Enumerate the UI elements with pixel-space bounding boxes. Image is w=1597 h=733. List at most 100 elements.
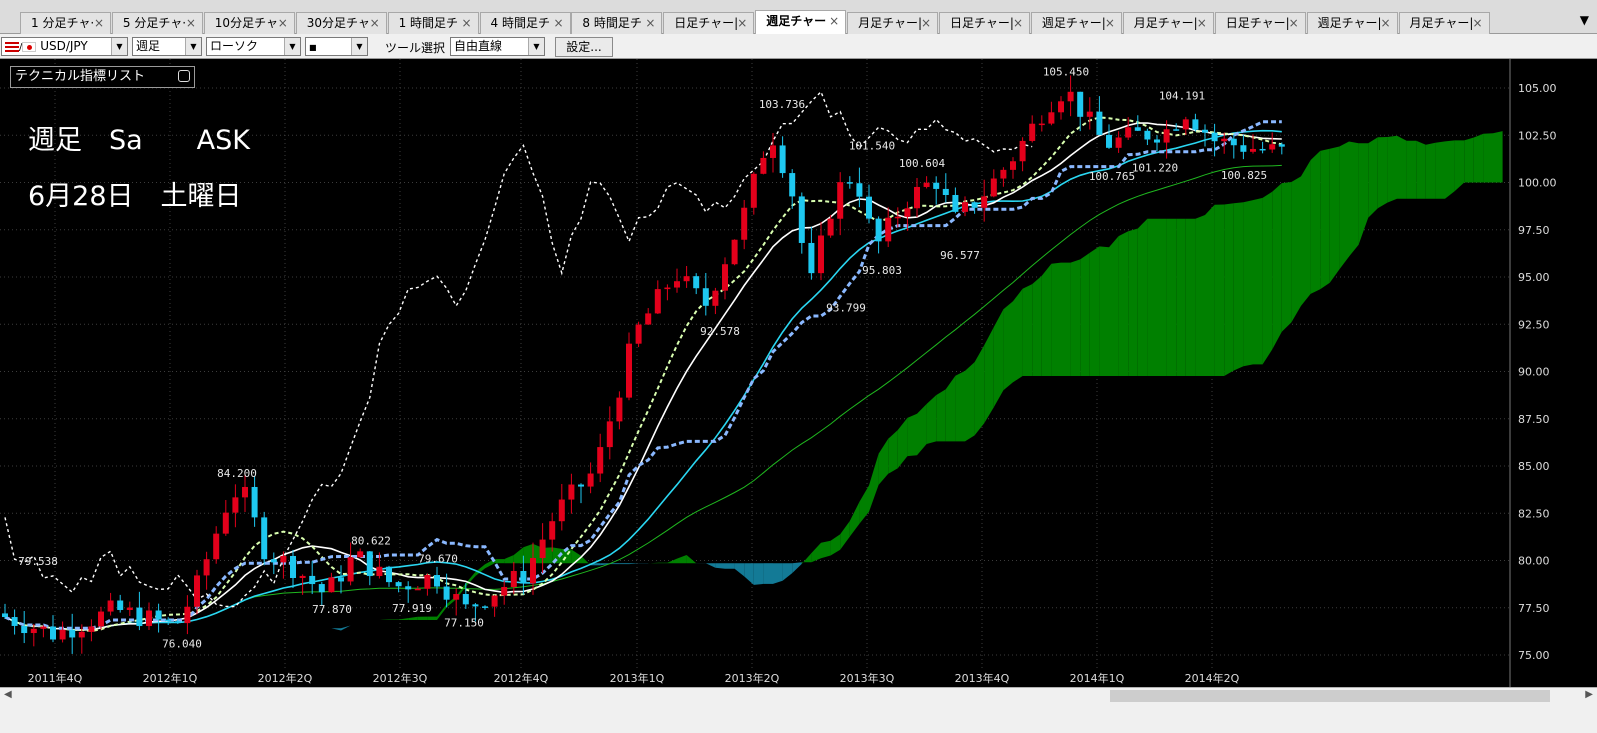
close-icon[interactable]: × bbox=[1197, 13, 1207, 34]
candle bbox=[885, 207, 892, 248]
candle bbox=[616, 391, 623, 430]
kumo-segment bbox=[753, 563, 764, 585]
chikou-line bbox=[4, 90, 1033, 608]
close-icon[interactable]: × bbox=[94, 13, 104, 34]
close-icon[interactable]: × bbox=[462, 13, 472, 34]
currency-select[interactable]: / USD/JPY ▼ bbox=[1, 37, 128, 56]
kumo-segment bbox=[715, 563, 725, 569]
tab-1[interactable]: 1 分足チャ· × bbox=[20, 12, 111, 34]
candle-body bbox=[1230, 138, 1237, 146]
settings-button[interactable]: 設定... bbox=[555, 37, 613, 57]
close-icon[interactable]: × bbox=[370, 13, 380, 34]
candle bbox=[654, 280, 661, 315]
candle-body bbox=[674, 281, 680, 288]
kumo-segment bbox=[389, 619, 399, 620]
tab-13[interactable]: 月足チャー| × bbox=[1122, 12, 1214, 34]
candle-body bbox=[1192, 119, 1199, 130]
chevron-down-icon: ▼ bbox=[528, 38, 544, 55]
kumo-segment bbox=[1109, 236, 1119, 376]
candle bbox=[990, 169, 997, 198]
tab-11[interactable]: 日足チャー| × bbox=[939, 12, 1030, 34]
candle bbox=[750, 172, 757, 215]
kumo-segment bbox=[379, 619, 389, 620]
close-icon[interactable]: × bbox=[645, 13, 655, 34]
us-flag-icon bbox=[5, 41, 19, 52]
chart-type-select[interactable]: ローソク ▼ bbox=[206, 37, 301, 56]
kumo-segment bbox=[293, 625, 303, 629]
close-icon[interactable]: × bbox=[829, 11, 839, 32]
close-icon[interactable]: × bbox=[921, 13, 931, 34]
candle bbox=[290, 549, 296, 588]
tab-label: 30分足チャ bbox=[306, 16, 370, 30]
close-icon[interactable]: × bbox=[186, 13, 196, 34]
marker-select[interactable]: ■ ▼ bbox=[305, 37, 368, 56]
candle-body bbox=[1115, 137, 1122, 148]
tab-2[interactable]: 5 分足チャ· × bbox=[111, 12, 203, 34]
candle-body bbox=[299, 575, 306, 578]
kumo-segment bbox=[705, 563, 716, 568]
close-icon[interactable]: × bbox=[1381, 13, 1391, 34]
candle-body bbox=[98, 611, 104, 627]
tab-7[interactable]: 8 時間足チ × bbox=[571, 12, 663, 34]
tool-select[interactable]: 自由直線 ▼ bbox=[450, 37, 545, 56]
tab-5[interactable]: 1 時間足チ × bbox=[387, 12, 479, 34]
tab-3[interactable]: 10分足チャ × bbox=[203, 12, 295, 34]
candle-body bbox=[645, 313, 652, 325]
close-icon[interactable]: × bbox=[278, 13, 288, 34]
tab-9[interactable]: 週足チャー × bbox=[755, 10, 847, 35]
horizontal-scrollbar[interactable]: ◀ ▶ bbox=[0, 687, 1597, 704]
candle-body bbox=[443, 586, 450, 600]
tab-label: 日足チャー| bbox=[950, 16, 1014, 30]
close-icon[interactable]: × bbox=[1105, 13, 1115, 34]
candle-body bbox=[1250, 148, 1256, 152]
scroll-right-icon[interactable]: ▶ bbox=[1585, 689, 1593, 700]
candle-body bbox=[328, 577, 335, 593]
kumo-segment bbox=[264, 621, 274, 625]
close-icon[interactable]: × bbox=[737, 13, 747, 34]
candle bbox=[1192, 113, 1199, 132]
candle-body bbox=[798, 196, 805, 243]
candle bbox=[712, 287, 719, 315]
kumo-segment bbox=[1339, 141, 1349, 270]
candle-body bbox=[376, 566, 383, 577]
scrollbar-thumb[interactable] bbox=[1110, 690, 1550, 702]
kumo-segment bbox=[1041, 263, 1052, 376]
candle bbox=[117, 594, 124, 613]
kumo-segment bbox=[657, 562, 668, 564]
tab-menu-icon[interactable]: ▼ bbox=[1580, 13, 1589, 27]
tab-12[interactable]: 週足チャー| × bbox=[1030, 12, 1122, 34]
candle-body bbox=[251, 486, 258, 518]
candle-body bbox=[693, 276, 700, 289]
indicator-list-panel[interactable]: テクニカル指標リスト bbox=[10, 66, 195, 88]
tab-bar: 1 分足チャ· × 5 分足チャ· × 10分足チャ × 30分足チャ × 1 時間足チ × 4 時… bbox=[0, 0, 1597, 35]
tab-6[interactable]: 4 時間足チ × bbox=[479, 12, 571, 34]
kumo-segment bbox=[993, 309, 1004, 408]
kumo-segment bbox=[1061, 262, 1071, 376]
close-icon[interactable]: × bbox=[553, 13, 563, 34]
candle bbox=[1278, 142, 1285, 155]
tab-16[interactable]: 月足チャー| × bbox=[1398, 12, 1490, 34]
candle bbox=[664, 284, 671, 301]
kumo-segment bbox=[984, 327, 994, 424]
kumo-segment bbox=[725, 563, 735, 569]
period-select[interactable]: 週足 ▼ bbox=[132, 37, 202, 56]
tab-label: 1 分足チャ· bbox=[31, 16, 95, 30]
tab-14[interactable]: 日足チャー| × bbox=[1214, 12, 1306, 34]
tab-8[interactable]: 日足チャー| × bbox=[663, 12, 755, 34]
candle-body bbox=[578, 484, 584, 487]
candle-body bbox=[290, 555, 296, 578]
scroll-left-icon[interactable]: ◀ bbox=[4, 689, 12, 700]
tab-10[interactable]: 月足チャー| × bbox=[847, 12, 939, 34]
expand-icon[interactable] bbox=[178, 70, 190, 82]
tab-4[interactable]: 30分足チャ × bbox=[295, 12, 387, 34]
close-icon[interactable]: × bbox=[1289, 13, 1299, 34]
candle bbox=[731, 239, 738, 266]
kumo-segment bbox=[1483, 133, 1493, 183]
candle bbox=[1106, 124, 1112, 149]
x-tick-label: 2014年1Q bbox=[1070, 671, 1125, 685]
close-icon[interactable]: × bbox=[1013, 13, 1023, 34]
period-value: 週足 bbox=[136, 39, 161, 53]
close-icon[interactable]: × bbox=[1472, 13, 1482, 34]
kumo-segment bbox=[1243, 200, 1253, 367]
tab-15[interactable]: 週足チャー| × bbox=[1306, 12, 1398, 34]
